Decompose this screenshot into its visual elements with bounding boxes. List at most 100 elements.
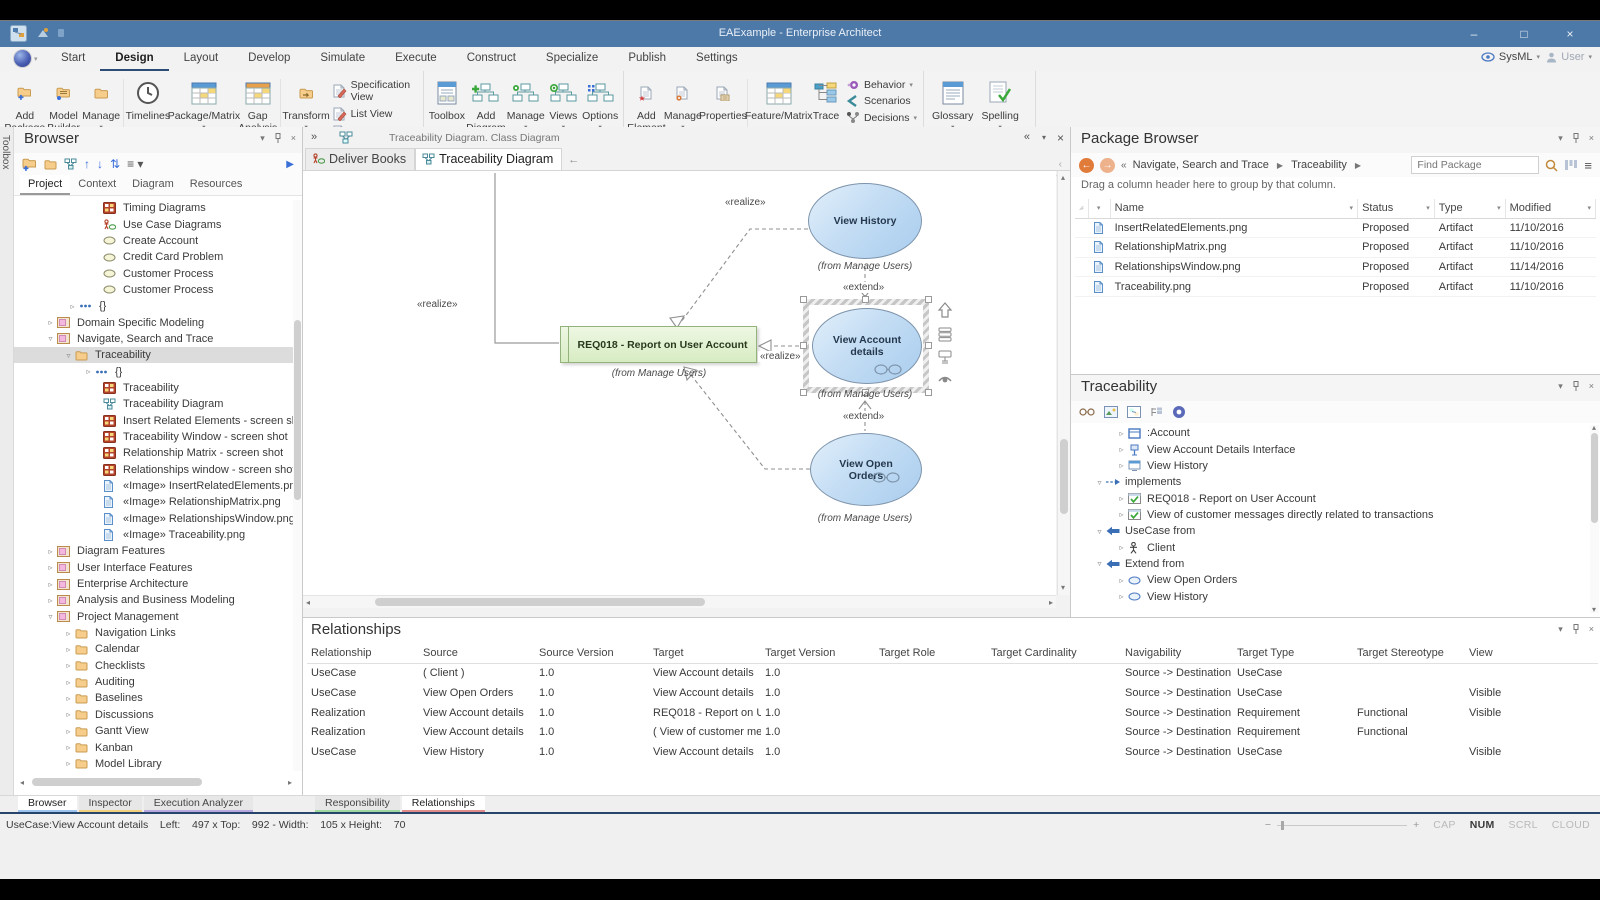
- expander-icon[interactable]: ▹: [1115, 510, 1128, 519]
- tree-item[interactable]: ▹Analysis and Business Modeling: [14, 592, 298, 608]
- pin-icon[interactable]: [1572, 133, 1580, 143]
- tree-item[interactable]: Traceability: [14, 380, 298, 396]
- panel-menu-icon[interactable]: ▾: [260, 133, 265, 143]
- canvas-vertical-scrollbar[interactable]: ▴ ▾: [1057, 171, 1070, 595]
- trace-tree-item[interactable]: ▹View of customer messages directly rela…: [1073, 507, 1588, 523]
- close-icon[interactable]: ×: [291, 133, 296, 143]
- tree-item[interactable]: ▹Diagram Features: [14, 543, 298, 559]
- table-row[interactable]: RealizationView Account details1.0REQ018…: [307, 703, 1598, 723]
- close-icon[interactable]: ×: [1589, 133, 1594, 143]
- tree-item[interactable]: Credit Card Problem: [14, 249, 298, 265]
- eye-glyph-icon[interactable]: [937, 373, 953, 385]
- ribbon-button-decisions[interactable]: Decisions▾: [846, 111, 917, 124]
- scroll-right-icon[interactable]: ▸: [288, 778, 292, 788]
- expander-icon[interactable]: ▹: [66, 302, 79, 311]
- expander-icon[interactable]: ▿: [44, 612, 57, 621]
- tree-item[interactable]: ▹Discussions: [14, 707, 298, 723]
- forward-icon[interactable]: →: [1100, 158, 1115, 173]
- maximize-button[interactable]: □: [1504, 21, 1544, 48]
- expander-icon[interactable]: ▹: [62, 678, 75, 687]
- ribbon-tab-develop[interactable]: Develop: [233, 47, 305, 71]
- scroll-up-icon[interactable]: ▴: [1592, 423, 1596, 433]
- expander-icon[interactable]: ▹: [44, 318, 57, 327]
- column-header-target-type[interactable]: Target Type: [1233, 644, 1353, 663]
- resize-handle[interactable]: [800, 296, 807, 303]
- diagram-tab-deliver-books[interactable]: Deliver Books: [305, 148, 415, 170]
- canvas-horizontal-scrollbar[interactable]: ◂ ▸: [303, 595, 1056, 608]
- pin-icon[interactable]: [1572, 624, 1580, 634]
- image-icon[interactable]: [1104, 406, 1118, 418]
- table-row[interactable]: UseCase( Client )1.0View Account details…: [307, 664, 1598, 684]
- tree-item[interactable]: ▹{}: [14, 298, 298, 314]
- ribbon-button-list-view[interactable]: List View: [332, 107, 417, 121]
- tree-item[interactable]: ▿Traceability: [14, 347, 298, 363]
- table-row[interactable]: RelationshipMatrix.pngProposedArtifact11…: [1075, 238, 1596, 258]
- trace-tree-item[interactable]: ▹View History: [1073, 458, 1588, 474]
- tree-item[interactable]: Create Account: [14, 233, 298, 249]
- dock-tab-browser[interactable]: Browser: [18, 796, 77, 812]
- expander-icon[interactable]: ▹: [62, 710, 75, 719]
- find-package-input[interactable]: [1411, 156, 1539, 174]
- browser-tab-resources[interactable]: Resources: [182, 175, 251, 195]
- scroll-down-icon[interactable]: ▾: [1061, 583, 1065, 593]
- expander-icon[interactable]: ▹: [44, 596, 57, 605]
- expander-icon[interactable]: ▹: [1115, 429, 1128, 438]
- tree-item[interactable]: Relationship Matrix - screen shot: [14, 445, 298, 461]
- expander-icon[interactable]: ▹: [44, 547, 57, 556]
- back-icon[interactable]: ←: [1079, 158, 1094, 173]
- column-header-target-stereotype[interactable]: Target Stereotype: [1353, 644, 1465, 663]
- trace-tree-item[interactable]: ▿implements: [1073, 474, 1588, 490]
- panel-menu-icon[interactable]: ▾: [1558, 624, 1563, 634]
- expander-icon[interactable]: ▹: [82, 367, 95, 376]
- ribbon-tab-publish[interactable]: Publish: [613, 47, 681, 71]
- close-icon[interactable]: ×: [1589, 624, 1594, 634]
- tree-item[interactable]: ▹Domain Specific Modeling: [14, 314, 298, 330]
- panel-menu-icon[interactable]: ▾: [1558, 381, 1563, 391]
- table-row[interactable]: Traceability.pngProposedArtifact11/10/20…: [1075, 277, 1596, 297]
- trace-tree-item[interactable]: ▿Extend from: [1073, 556, 1588, 572]
- chevrons-left-icon[interactable]: «: [1121, 160, 1127, 171]
- usecase-view-account-details[interactable]: View Account details: [812, 308, 922, 384]
- expander-icon[interactable]: ▿: [1093, 478, 1106, 487]
- trace-tree-item[interactable]: ▹REQ018 - Report on User Account: [1073, 490, 1588, 506]
- ribbon-button-behavior[interactable]: Behavior▾: [846, 79, 917, 91]
- browser-tab-context[interactable]: Context: [70, 175, 124, 195]
- image-diagram-icon[interactable]: [1127, 406, 1141, 418]
- column-header-target[interactable]: Target: [649, 644, 761, 663]
- dock-tab-relationships[interactable]: Relationships: [402, 796, 485, 812]
- column-header-view[interactable]: View: [1465, 644, 1595, 663]
- user-menu[interactable]: User ▾: [1546, 51, 1592, 63]
- tab-scroll-left-icon[interactable]: ‹: [1059, 159, 1062, 170]
- ribbon-tab-layout[interactable]: Layout: [169, 47, 234, 71]
- usecase-view-history[interactable]: View History: [808, 183, 922, 259]
- help-icon[interactable]: [1172, 405, 1186, 419]
- expander-icon[interactable]: ▹: [1115, 576, 1128, 585]
- dock-tab-inspector[interactable]: Inspector: [79, 796, 142, 812]
- breadcrumb-item[interactable]: Traceability: [1291, 159, 1347, 171]
- app-logo-icon[interactable]: [14, 50, 31, 67]
- ribbon-tab-construct[interactable]: Construct: [452, 47, 531, 71]
- browser-vertical-scrollbar[interactable]: [293, 200, 302, 771]
- expander-icon[interactable]: ▿: [62, 351, 75, 360]
- expander-icon[interactable]: ▹: [1115, 592, 1128, 601]
- column-header-target-role[interactable]: Target Role: [875, 644, 987, 663]
- breadcrumb-item[interactable]: Navigate, Search and Trace: [1133, 159, 1269, 171]
- resize-handle[interactable]: [925, 296, 932, 303]
- ribbon-tab-design[interactable]: Design: [100, 47, 168, 71]
- expander-icon[interactable]: ▹: [44, 563, 57, 572]
- browser-tab-project[interactable]: Project: [20, 175, 70, 195]
- table-row[interactable]: InsertRelatedElements.pngProposedArtifac…: [1075, 219, 1596, 239]
- ribbon-button-specification-view[interactable]: Specification View: [332, 79, 417, 103]
- chevrons-right-icon[interactable]: »: [311, 131, 317, 143]
- chevrons-left-icon[interactable]: «: [1024, 131, 1030, 143]
- browser-tab-diagram[interactable]: Diagram: [124, 175, 182, 195]
- tree-item[interactable]: «Image» RelationshipsWindow.png: [14, 511, 298, 527]
- table-row[interactable]: RealizationView Account details1.0( View…: [307, 722, 1598, 742]
- tree-item[interactable]: Relationships window - screen shot: [14, 462, 298, 478]
- dock-tab-responsibility[interactable]: Responsibility: [315, 796, 400, 812]
- usecase-view-open-orders[interactable]: View Open Orders: [810, 433, 922, 506]
- glasses-icon[interactable]: [1079, 407, 1095, 417]
- traceability-scrollbar[interactable]: ▴ ▾: [1590, 425, 1599, 613]
- diagram-canvas[interactable]: REQ018 - Report on User Account (from Ma…: [303, 171, 1056, 595]
- expander-icon[interactable]: ▿: [44, 334, 57, 343]
